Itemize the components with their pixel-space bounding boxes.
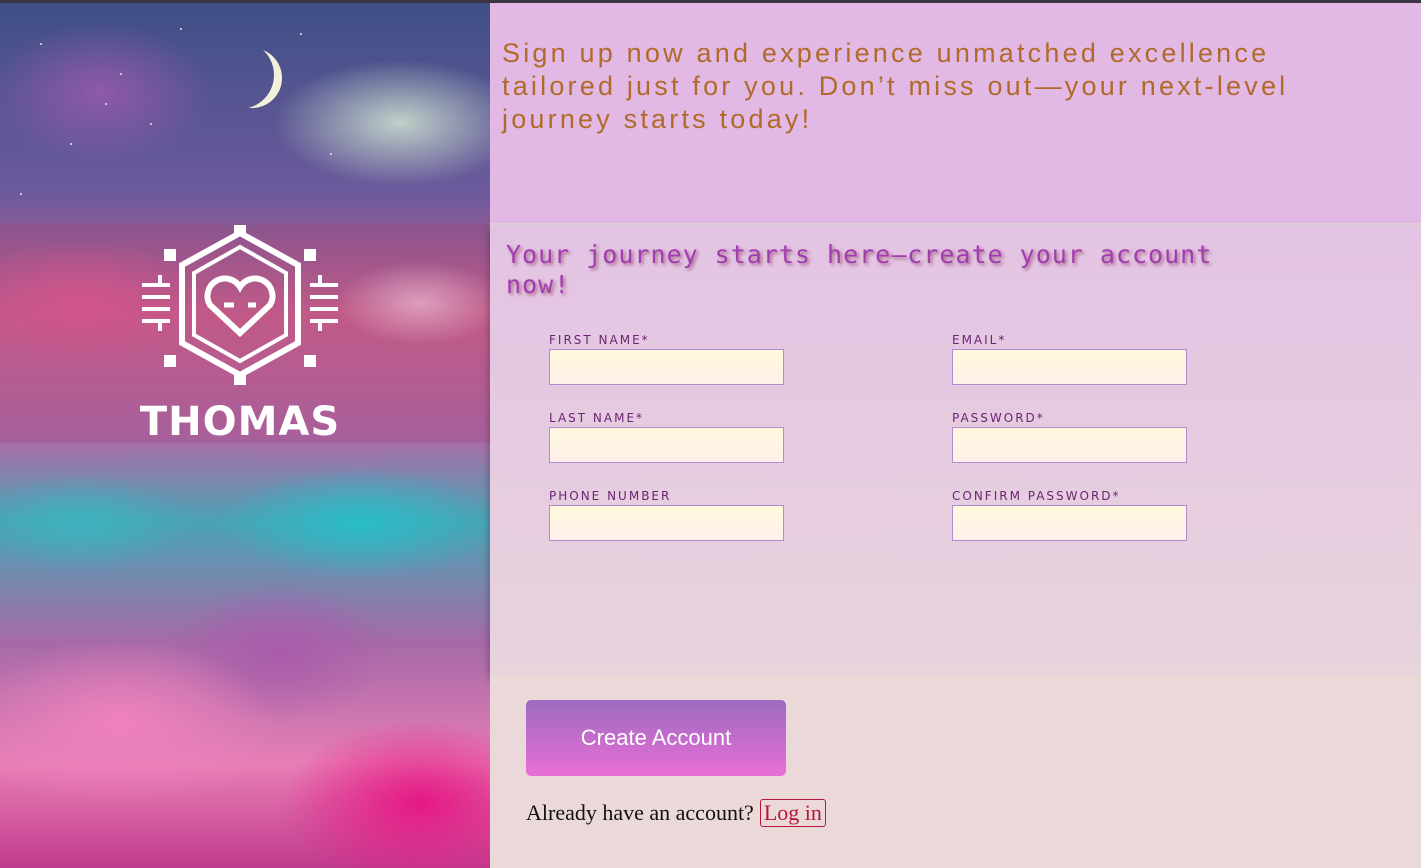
last-name-input[interactable] <box>549 427 784 463</box>
star-decoration <box>180 28 182 30</box>
email-label: EMAIL* <box>952 333 1007 347</box>
confirm-password-input[interactable] <box>952 505 1187 541</box>
star-decoration <box>150 123 152 125</box>
confirm-password-group: CONFIRM PASSWORD* <box>952 488 1188 541</box>
hero-tagline: Sign up now and experience unmatched exc… <box>502 38 1289 134</box>
crescent-moon-icon <box>222 48 282 108</box>
phone-group: PHONE NUMBER <box>549 488 785 541</box>
star-decoration <box>20 193 22 195</box>
confirm-password-label: CONFIRM PASSWORD* <box>952 489 1121 503</box>
star-decoration <box>105 103 107 105</box>
password-label: PASSWORD* <box>952 411 1045 425</box>
signup-form-card: Your journey starts here—create your acc… <box>490 226 1421 675</box>
star-decoration <box>120 73 122 75</box>
email-group: EMAIL* <box>952 332 1188 385</box>
phone-input[interactable] <box>549 505 784 541</box>
hero-image-panel: THOMAS <box>0 3 490 868</box>
last-name-group: LAST NAME* <box>549 410 785 463</box>
brand-name: THOMAS <box>139 399 341 445</box>
star-decoration <box>40 43 42 45</box>
form-title: Your journey starts here—create your acc… <box>506 240 1213 299</box>
star-decoration <box>330 153 332 155</box>
email-input[interactable] <box>952 349 1187 385</box>
login-row: Already have an account? Log in <box>526 797 826 829</box>
first-name-input[interactable] <box>549 349 784 385</box>
star-decoration <box>300 33 302 35</box>
login-link[interactable]: Log in <box>759 799 826 827</box>
first-name-label: FIRST NAME* <box>549 333 650 347</box>
last-name-label: LAST NAME* <box>549 411 645 425</box>
first-name-group: FIRST NAME* <box>549 332 785 385</box>
password-group: PASSWORD* <box>952 410 1188 463</box>
password-input[interactable] <box>952 427 1187 463</box>
star-decoration <box>70 143 72 145</box>
create-account-button[interactable]: Create Account <box>526 700 786 776</box>
hero-banner: Sign up now and experience unmatched exc… <box>490 3 1421 223</box>
login-prompt: Already have an account? <box>526 800 754 825</box>
phone-label: PHONE NUMBER <box>549 489 672 503</box>
heart-circuit-logo-icon <box>142 225 338 385</box>
